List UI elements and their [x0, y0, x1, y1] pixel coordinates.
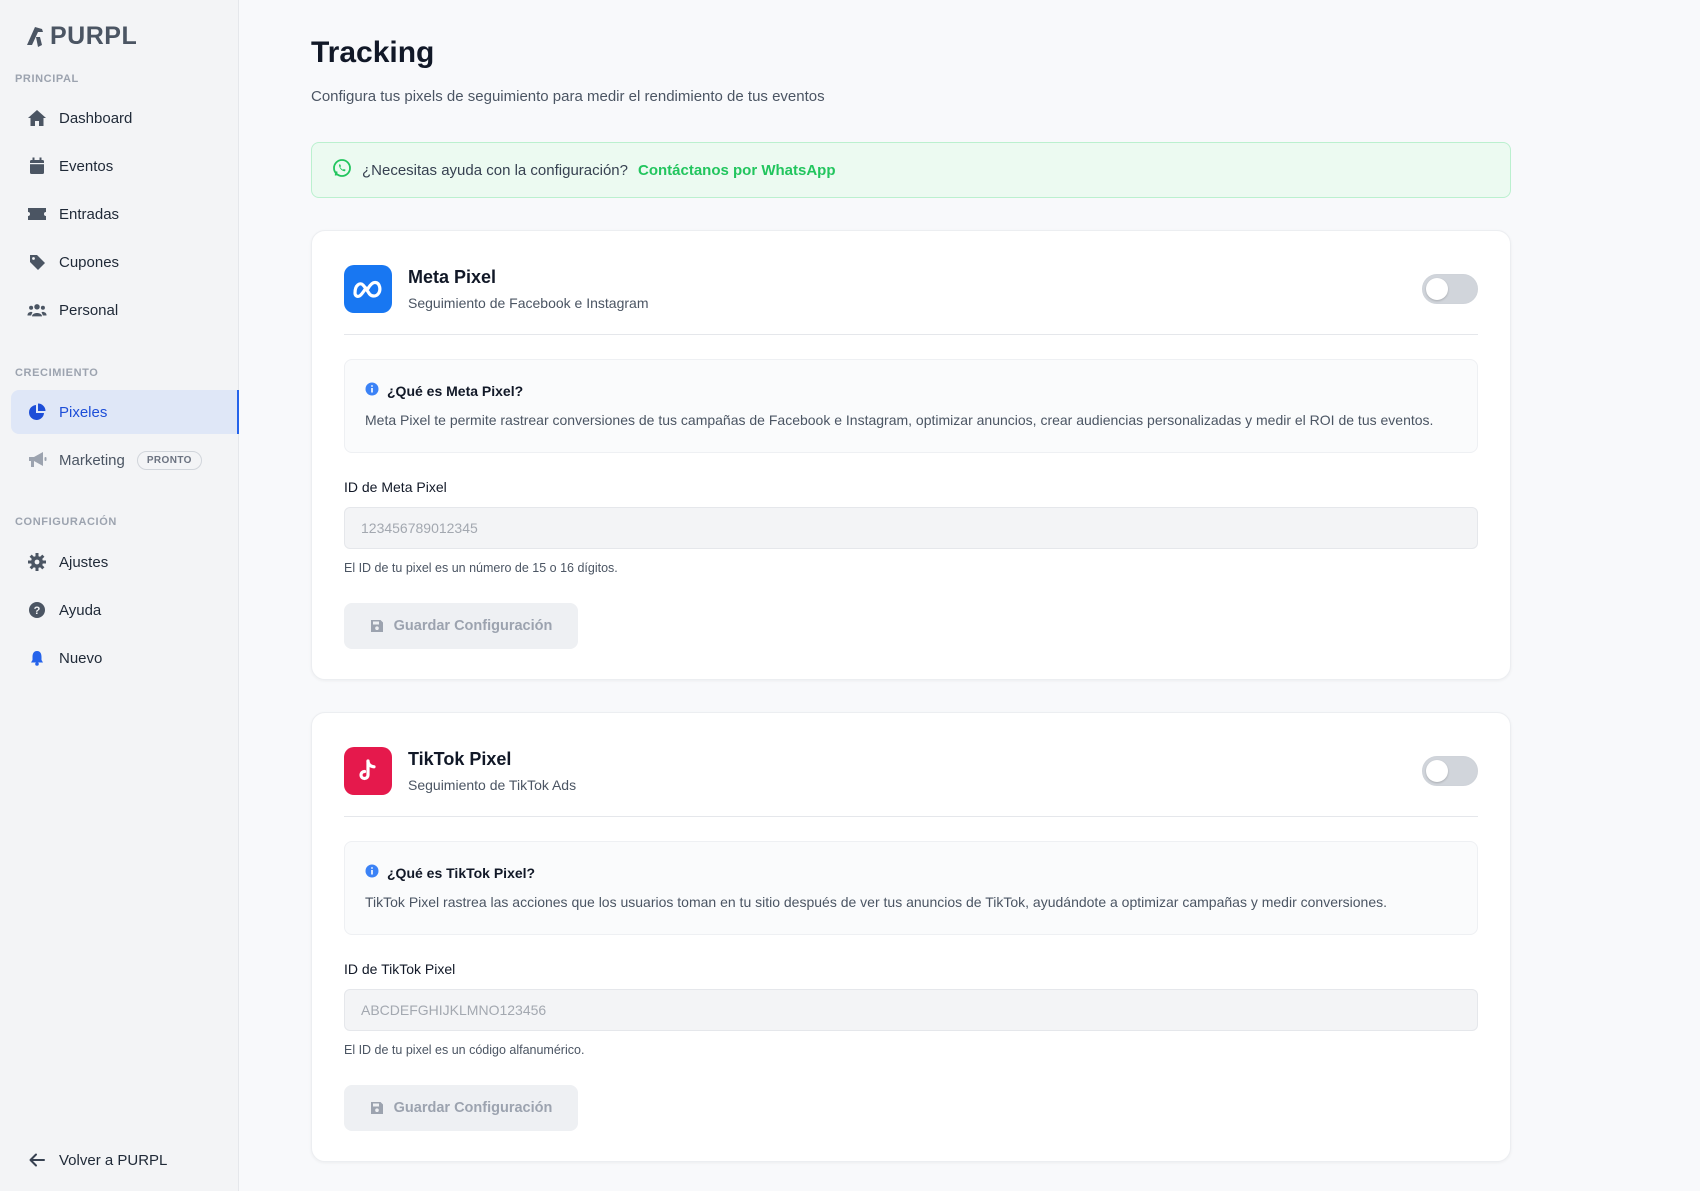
info-box: ¿Qué es TikTok Pixel? TikTok Pixel rastr…	[344, 841, 1478, 935]
sidebar-item-label: Marketing	[59, 451, 125, 469]
sidebar-item-entradas[interactable]: Entradas	[11, 192, 239, 236]
sidebar-item-ajustes[interactable]: Ajustes	[11, 540, 239, 584]
gear-icon	[27, 552, 47, 572]
sidebar-item-label: Cupones	[59, 253, 120, 271]
field-hint: El ID de tu pixel es un código alfanumér…	[344, 1043, 585, 1057]
sidebar-item-ayuda[interactable]: ? Ayuda	[11, 588, 239, 632]
save-meta-config-button[interactable]: Guardar Configuración	[344, 603, 578, 649]
card-subtitle: Seguimiento de Facebook e Instagram	[408, 295, 649, 311]
info-icon	[365, 382, 379, 399]
info-title-row: ¿Qué es TikTok Pixel?	[365, 864, 535, 881]
section-label-crecimiento: CRECIMIENTO	[15, 367, 99, 379]
pie-chart-icon	[27, 402, 47, 422]
card-title: Meta Pixel	[408, 267, 497, 287]
back-to-purpl-link[interactable]: Volver a PURPL	[11, 1138, 239, 1182]
status-badge: PRONTO	[136, 450, 202, 470]
tiktok-pixel-id-input[interactable]	[344, 989, 1478, 1031]
calendar-icon	[27, 156, 47, 176]
sidebar-item-label: Nuevo	[59, 649, 103, 667]
save-icon	[370, 1102, 383, 1114]
info-text: TikTok Pixel rastrea las acciones que lo…	[365, 894, 1388, 910]
meta-logo-icon	[344, 265, 392, 313]
help-text: ¿Necesitas ayuda con la configuración?	[362, 161, 628, 179]
sidebar-item-label: Dashboard	[59, 109, 133, 127]
tiktok-pixel-toggle[interactable]	[1422, 756, 1478, 786]
save-button-label: Guardar Configuración	[393, 1100, 553, 1116]
info-title-row: ¿Qué es Meta Pixel?	[365, 382, 523, 399]
whatsapp-help-banner: ¿Necesitas ayuda con la configuración? C…	[311, 142, 1511, 198]
meta-pixel-card: Meta Pixel Seguimiento de Facebook e Ins…	[311, 230, 1511, 680]
sidebar-item-label: Ayuda	[59, 601, 102, 619]
sidebar: PURPL PRINCIPAL Dashboard Eventos Entrad…	[0, 0, 239, 1191]
users-icon	[27, 300, 47, 320]
info-title: ¿Qué es TikTok Pixel?	[387, 864, 536, 881]
info-text: Meta Pixel te permite rastrear conversio…	[365, 412, 1434, 428]
sidebar-item-pixeles[interactable]: Pixeles	[11, 390, 239, 434]
sidebar-item-personal[interactable]: Personal	[11, 288, 239, 332]
info-title: ¿Qué es Meta Pixel?	[387, 382, 524, 399]
save-icon	[370, 620, 383, 632]
logo[interactable]: PURPL	[26, 22, 137, 51]
question-icon: ?	[27, 600, 47, 620]
info-box: ¿Qué es Meta Pixel? Meta Pixel te permit…	[344, 359, 1478, 453]
card-header: TikTok Pixel Seguimiento de TikTok Ads	[344, 747, 1478, 817]
whatsapp-contact-link[interactable]: Contáctanos por WhatsApp	[638, 162, 836, 179]
sidebar-item-dashboard[interactable]: Dashboard	[11, 96, 239, 140]
tag-icon	[27, 252, 47, 272]
page-title: Tracking	[311, 36, 435, 69]
logo-text: PURPL	[50, 22, 138, 50]
sidebar-item-nuevo[interactable]: Nuevo	[11, 636, 239, 680]
page-subtitle: Configura tus pixels de seguimiento para…	[311, 88, 825, 105]
sidebar-item-label: Personal	[59, 301, 119, 319]
info-icon	[365, 864, 379, 881]
back-label: Volver a PURPL	[59, 1151, 168, 1169]
meta-pixel-id-input[interactable]	[344, 507, 1478, 549]
ticket-icon	[27, 204, 47, 224]
tiktok-pixel-card: TikTok Pixel Seguimiento de TikTok Ads ¿…	[311, 712, 1511, 1162]
field-hint: El ID de tu pixel es un número de 15 o 1…	[344, 561, 618, 575]
section-label-configuracion: CONFIGURACIÓN	[15, 516, 117, 528]
tiktok-logo-icon	[344, 747, 392, 795]
sidebar-item-label: Entradas	[59, 205, 120, 223]
save-tiktok-config-button[interactable]: Guardar Configuración	[344, 1085, 578, 1131]
sidebar-item-cupones[interactable]: Cupones	[11, 240, 239, 284]
card-subtitle: Seguimiento de TikTok Ads	[408, 777, 577, 793]
bell-icon	[27, 648, 47, 668]
sidebar-item-label: Ajustes	[59, 553, 109, 571]
field-label: ID de TikTok Pixel	[344, 961, 456, 977]
whatsapp-icon	[332, 158, 352, 182]
arrow-left-icon	[27, 1150, 47, 1170]
meta-pixel-toggle[interactable]	[1422, 274, 1478, 304]
sidebar-item-label: Eventos	[59, 157, 114, 175]
save-button-label: Guardar Configuración	[393, 618, 553, 634]
sidebar-item-marketing[interactable]: Marketing PRONTO	[11, 438, 239, 482]
megaphone-icon	[27, 450, 47, 470]
section-label-principal: PRINCIPAL	[15, 73, 79, 85]
card-header: Meta Pixel Seguimiento de Facebook e Ins…	[344, 265, 1478, 335]
home-icon	[27, 108, 47, 128]
field-label: ID de Meta Pixel	[344, 479, 447, 495]
sidebar-item-label: Pixeles	[59, 403, 108, 421]
sidebar-item-eventos[interactable]: Eventos	[11, 144, 239, 188]
card-title: TikTok Pixel	[408, 749, 512, 769]
logo-mark-icon	[27, 26, 43, 47]
svg-text:?: ?	[34, 605, 41, 617]
